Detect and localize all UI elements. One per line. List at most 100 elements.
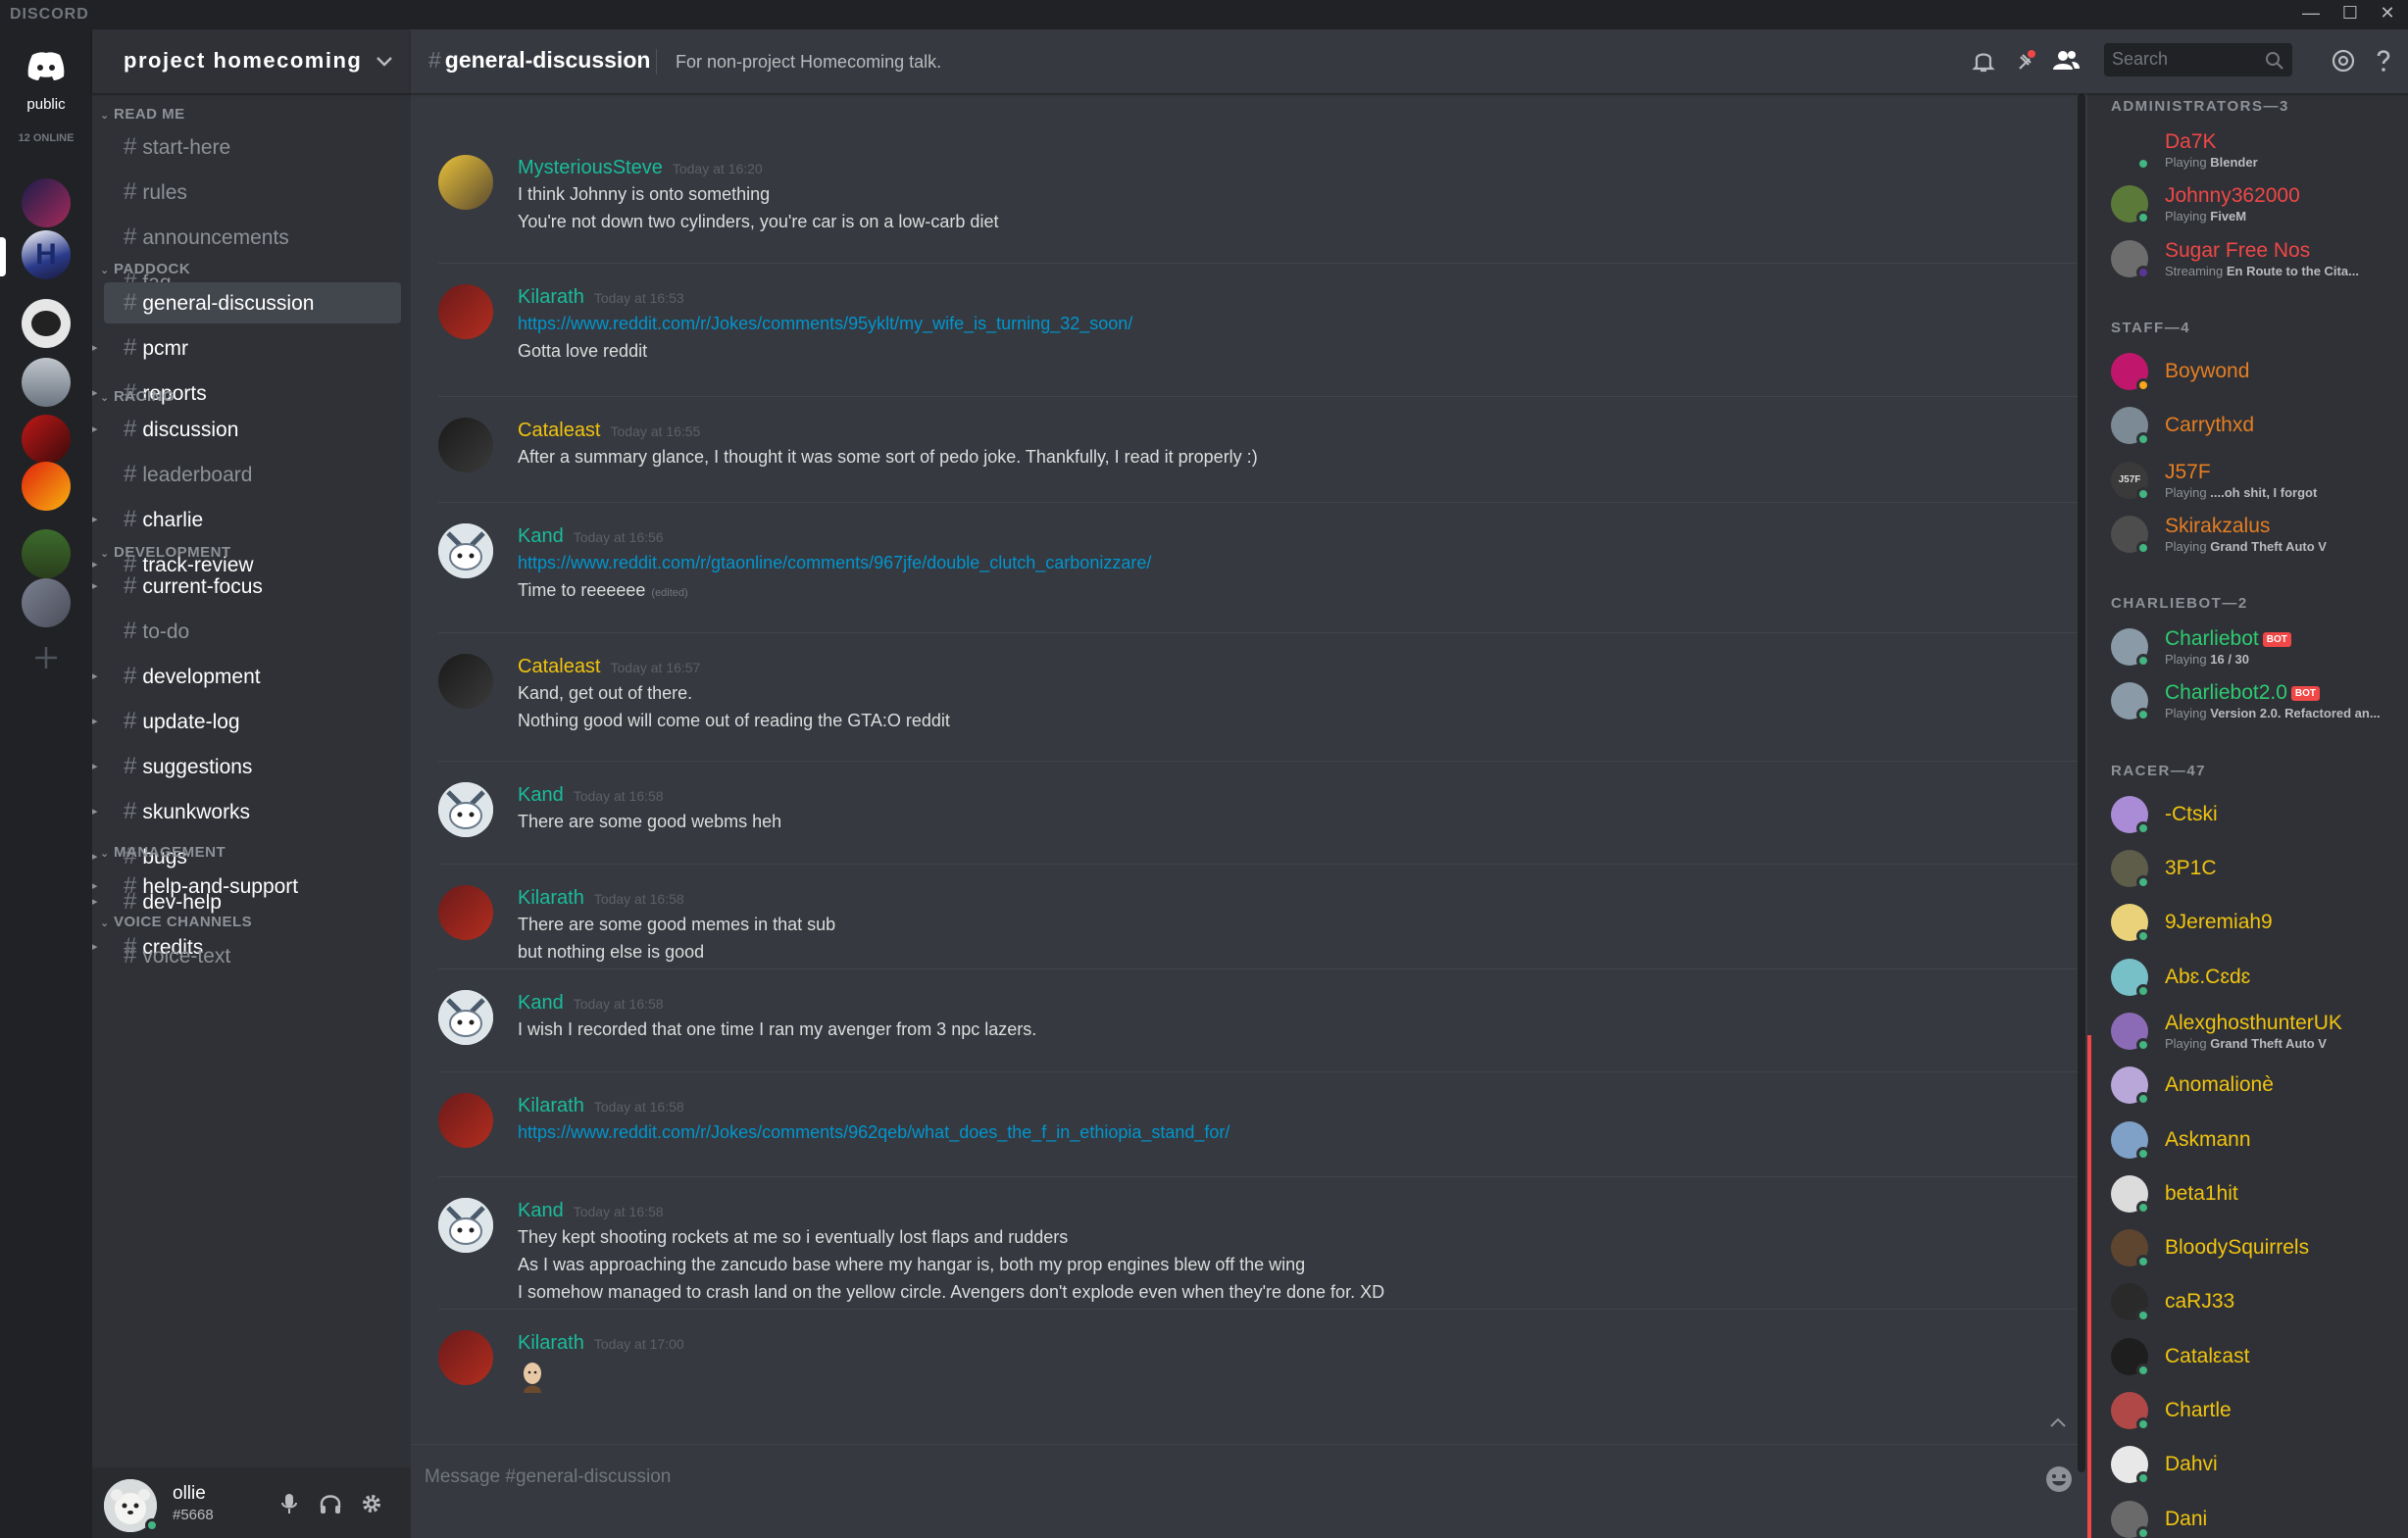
- scrollbar[interactable]: [2078, 94, 2085, 1472]
- member-name[interactable]: Carrythxd: [2165, 414, 2254, 437]
- member-name[interactable]: Da7K: [2165, 130, 2217, 154]
- gear-icon[interactable]: [359, 1491, 384, 1516]
- avatar[interactable]: [2111, 628, 2150, 669]
- message-author[interactable]: Cataleast Today at 16:55: [518, 420, 700, 442]
- author-name[interactable]: Kilarath: [518, 1332, 584, 1354]
- channel-item[interactable]: ▸ # help-and-support: [92, 866, 401, 907]
- message-author[interactable]: Kand Today at 16:58: [518, 1200, 664, 1222]
- member-item[interactable]: 3P1C: [2111, 844, 2395, 893]
- server-icon-7[interactable]: [22, 529, 71, 578]
- member-name[interactable]: 9Jeremiah9: [2165, 911, 2273, 934]
- member-name[interactable]: Abɛ.Cɛdɛ: [2165, 966, 2250, 989]
- member-item[interactable]: Sugar Free Nos Streaming En Route to the …: [2111, 234, 2395, 283]
- member-name[interactable]: Skirakzalus: [2165, 515, 2270, 538]
- channel-item[interactable]: # general-discussion: [104, 282, 401, 323]
- member-name[interactable]: Johnny362000: [2165, 184, 2300, 208]
- member-item[interactable]: Chartle: [2111, 1386, 2395, 1435]
- member-item[interactable]: Skirakzalus Playing Grand Theft Auto V: [2111, 510, 2395, 559]
- avatar[interactable]: [438, 990, 493, 1045]
- avatar[interactable]: [2111, 682, 2150, 722]
- member-name[interactable]: J57F: [2165, 461, 2211, 484]
- message-link[interactable]: https://www.reddit.com/r/gtaonline/comme…: [518, 553, 1151, 573]
- message-author[interactable]: Kilarath Today at 16:58: [518, 887, 684, 910]
- category-header[interactable]: ⌄ DEVELOPMENT: [100, 544, 231, 561]
- avatar[interactable]: [2111, 795, 2150, 835]
- avatar[interactable]: [2111, 407, 2150, 447]
- member-item[interactable]: 9Jeremiah9: [2111, 898, 2395, 947]
- member-item[interactable]: -Ctski: [2111, 790, 2395, 839]
- search-input[interactable]: Search: [2104, 43, 2292, 76]
- message-input[interactable]: [425, 1455, 2032, 1500]
- server-icon-project-homecoming[interactable]: H: [22, 230, 71, 279]
- member-name[interactable]: Charliebot2.0 BOT: [2165, 681, 2321, 705]
- message-author[interactable]: Kilarath Today at 16:58: [518, 1095, 684, 1117]
- message-author[interactable]: Kilarath Today at 17:00: [518, 1332, 684, 1355]
- avatar[interactable]: [2111, 1229, 2150, 1269]
- bell-icon[interactable]: [1968, 45, 1999, 76]
- member-name[interactable]: Charliebot BOT: [2165, 627, 2291, 651]
- server-icon-5[interactable]: [22, 415, 71, 464]
- server-icon-4[interactable]: [22, 358, 71, 407]
- category-header[interactable]: ⌄ READ ME: [100, 106, 185, 123]
- member-item[interactable]: AlexghosthunterUK Playing Grand Theft Aut…: [2111, 1007, 2395, 1056]
- message-author[interactable]: Kand Today at 16:56: [518, 525, 664, 548]
- avatar[interactable]: [2111, 1500, 2150, 1538]
- member-name[interactable]: Askmann: [2165, 1128, 2251, 1152]
- message-author[interactable]: MysteriousSteve Today at 16:20: [518, 157, 763, 179]
- member-item[interactable]: beta1hit: [2111, 1169, 2395, 1218]
- close-button[interactable]: ✕: [2373, 3, 2402, 24]
- channel-item[interactable]: ▸ # pcmr: [92, 327, 401, 369]
- channel-item[interactable]: # voice-text: [104, 935, 401, 976]
- member-name[interactable]: Chartle: [2165, 1399, 2232, 1422]
- member-item[interactable]: Charliebot BOT Playing 16 / 30: [2111, 622, 2395, 671]
- author-name[interactable]: Kand: [518, 784, 564, 806]
- channel-item[interactable]: ▸ # development: [92, 656, 401, 697]
- avatar[interactable]: [2111, 904, 2150, 944]
- message-author[interactable]: Kilarath Today at 16:53: [518, 286, 684, 309]
- avatar[interactable]: [2111, 131, 2150, 171]
- server-header[interactable]: project homecoming: [92, 29, 411, 94]
- channel-item[interactable]: ▸ # skunkworks: [92, 791, 401, 832]
- minimize-button[interactable]: —: [2296, 3, 2326, 24]
- avatar[interactable]: [2111, 1067, 2150, 1107]
- home-button[interactable]: [22, 41, 71, 90]
- emoji-icon[interactable]: [2044, 1464, 2074, 1494]
- member-item[interactable]: Abɛ.Cɛdɛ: [2111, 953, 2395, 1002]
- member-name[interactable]: Boywond: [2165, 360, 2249, 383]
- avatar[interactable]: [2111, 185, 2150, 225]
- avatar[interactable]: [438, 523, 493, 578]
- member-name[interactable]: BloodySquirrels: [2165, 1236, 2309, 1260]
- avatar[interactable]: [2111, 1012, 2150, 1052]
- category-header[interactable]: ⌄ PADDOCK: [100, 261, 190, 277]
- member-name[interactable]: AlexghosthunterUK: [2165, 1012, 2342, 1035]
- member-name[interactable]: Anomalionè: [2165, 1073, 2274, 1097]
- member-item[interactable]: Da7K Playing Blender: [2111, 125, 2395, 174]
- channel-item[interactable]: ▸ # current-focus: [92, 566, 401, 607]
- avatar[interactable]: [438, 1093, 493, 1148]
- headphones-icon[interactable]: [318, 1491, 343, 1516]
- server-icon-8[interactable]: [22, 578, 71, 627]
- author-name[interactable]: MysteriousSteve: [518, 157, 663, 178]
- chevron-up-icon[interactable]: [2046, 1412, 2070, 1435]
- author-name[interactable]: Kilarath: [518, 887, 584, 909]
- author-name[interactable]: Kilarath: [518, 286, 584, 308]
- avatar[interactable]: [438, 284, 493, 339]
- avatar[interactable]: [2111, 239, 2150, 279]
- message-link[interactable]: https://www.reddit.com/r/Jokes/comments/…: [518, 1122, 1229, 1143]
- help-icon[interactable]: [2368, 45, 2399, 76]
- avatar[interactable]: [2111, 1283, 2150, 1323]
- member-name[interactable]: -Ctski: [2165, 803, 2218, 826]
- category-header[interactable]: ⌄ VOICE CHANNELS: [100, 914, 252, 930]
- member-item[interactable]: Askmann: [2111, 1116, 2395, 1165]
- member-item[interactable]: Boywond: [2111, 347, 2395, 396]
- member-item[interactable]: Dani: [2111, 1495, 2395, 1538]
- chevron-down-icon[interactable]: [373, 49, 396, 73]
- channel-item[interactable]: # rules: [104, 172, 401, 213]
- member-name[interactable]: Dahvi: [2165, 1453, 2218, 1476]
- member-name[interactable]: 3P1C: [2165, 857, 2217, 880]
- avatar[interactable]: [2111, 1120, 2150, 1161]
- message-author[interactable]: Kand Today at 16:58: [518, 992, 664, 1015]
- channel-item[interactable]: ▸ # charlie: [92, 499, 401, 540]
- author-name[interactable]: Cataleast: [518, 420, 601, 441]
- author-name[interactable]: Kand: [518, 992, 564, 1014]
